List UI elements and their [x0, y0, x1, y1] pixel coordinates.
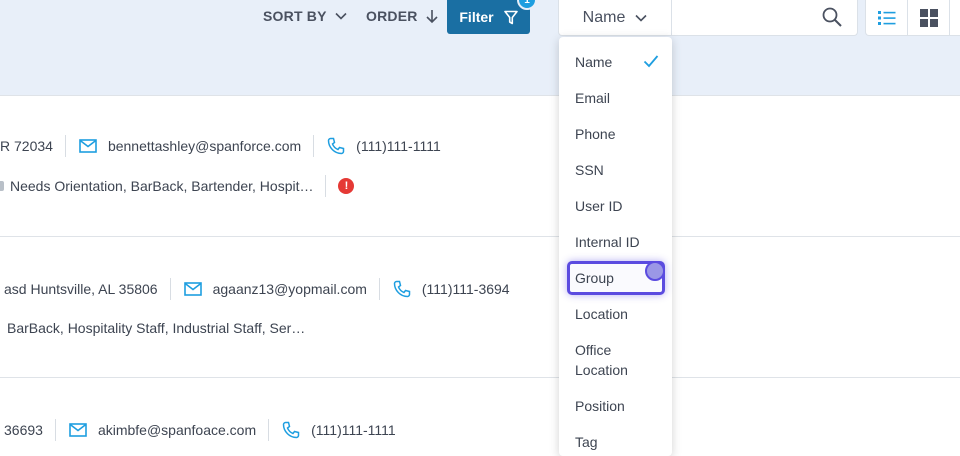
order-label: ORDER — [366, 8, 418, 24]
search-input[interactable] — [677, 4, 807, 30]
dropdown-item-group[interactable]: Group — [575, 268, 614, 288]
chevron-down-icon — [335, 12, 347, 20]
dropdown-item-office-location[interactable]: Office Location — [575, 340, 628, 380]
divider — [64, 135, 66, 157]
dropdown-item-phone[interactable]: Phone — [575, 124, 615, 144]
dropdown-item-tag[interactable]: Tag — [575, 432, 598, 452]
grid-view-icon — [919, 8, 938, 27]
dropdown-item-name[interactable]: Name — [575, 52, 612, 72]
contact-line: R 72034 bennettashley@spanforce.com (111… — [0, 135, 441, 157]
dropdown-item-email[interactable]: Email — [575, 88, 610, 108]
mail-icon — [68, 420, 88, 440]
address-text: R 72034 — [0, 138, 53, 154]
check-icon — [643, 55, 659, 68]
phone-text: (111)111-3694 — [421, 281, 510, 297]
chevron-down-icon — [635, 14, 647, 22]
groups-text: Needs Orientation, BarBack, Bartender, H… — [10, 178, 314, 194]
search-field-dropdown: Name Email Phone SSN User ID Internal ID… — [559, 37, 672, 456]
dropdown-item-position[interactable]: Position — [575, 396, 625, 416]
groups-text: BarBack, Hospitality Staff, Industrial S… — [7, 320, 306, 336]
tag-icon — [0, 181, 4, 191]
divider — [169, 278, 171, 300]
mail-icon — [183, 279, 203, 299]
dropdown-item-location[interactable]: Location — [575, 304, 628, 324]
divider — [325, 175, 327, 197]
filter-funnel-icon — [503, 10, 518, 24]
phone-icon — [326, 136, 346, 156]
arrow-down-icon — [425, 9, 438, 23]
dropdown-item-ssn[interactable]: SSN — [575, 160, 604, 180]
search-icon[interactable] — [821, 6, 843, 28]
email-link[interactable]: bennettashley@spanforce.com — [108, 138, 301, 154]
dropdown-item-internal-id[interactable]: Internal ID — [575, 232, 640, 252]
groups-line: BarBack, Hospitality Staff, Industrial S… — [7, 317, 305, 339]
list-item[interactable]: R 72034 bennettashley@spanforce.com (111… — [0, 96, 960, 237]
office-location-line1: Office — [575, 342, 612, 358]
divider — [54, 419, 56, 441]
sort-by-button[interactable]: SORT BY — [263, 6, 347, 26]
list-view-button[interactable] — [866, 0, 908, 35]
grid-view-button[interactable] — [908, 0, 950, 35]
office-location-line2: Location — [575, 362, 628, 378]
mail-icon — [78, 136, 98, 156]
pointer-cursor — [645, 261, 665, 281]
toolbar: SORT BY ORDER Filter 1 Name — [0, 0, 960, 96]
view-toggle — [865, 0, 960, 36]
search-field-select[interactable]: Name — [559, 0, 672, 35]
groups-line: Needs Orientation, BarBack, Bartender, H… — [0, 175, 355, 197]
email-link[interactable]: agaanz13@yopmail.com — [213, 281, 367, 297]
sort-by-label: SORT BY — [263, 8, 327, 24]
filter-label: Filter — [459, 9, 494, 25]
contact-line: asd Huntsville, AL 35806 agaanz13@yopmai… — [4, 278, 510, 300]
search-bar: Name — [558, 0, 858, 36]
divider — [268, 419, 270, 441]
warning-icon[interactable]: ! — [338, 178, 355, 194]
dropdown-item-user-id[interactable]: User ID — [575, 196, 622, 216]
contact-line: 36693 akimbfe@spanfoace.com (111)111-111… — [4, 419, 396, 441]
list-view-icon — [877, 10, 895, 25]
phone-icon — [281, 420, 301, 440]
address-text: 36693 — [4, 422, 43, 438]
email-link[interactable]: akimbfe@spanfoace.com — [98, 422, 256, 438]
phone-icon — [392, 279, 412, 299]
list-item[interactable]: 36693 akimbfe@spanfoace.com (111)111-111… — [0, 378, 960, 456]
divider — [313, 135, 315, 157]
address-text: asd Huntsville, AL 35806 — [4, 281, 158, 297]
divider — [378, 278, 380, 300]
list-item[interactable]: asd Huntsville, AL 35806 agaanz13@yopmai… — [0, 237, 960, 378]
order-button[interactable]: ORDER — [366, 6, 438, 26]
search-field-value: Name — [582, 8, 626, 26]
phone-text: (111)111-1111 — [311, 422, 396, 438]
phone-text: (111)111-1111 — [356, 138, 441, 154]
